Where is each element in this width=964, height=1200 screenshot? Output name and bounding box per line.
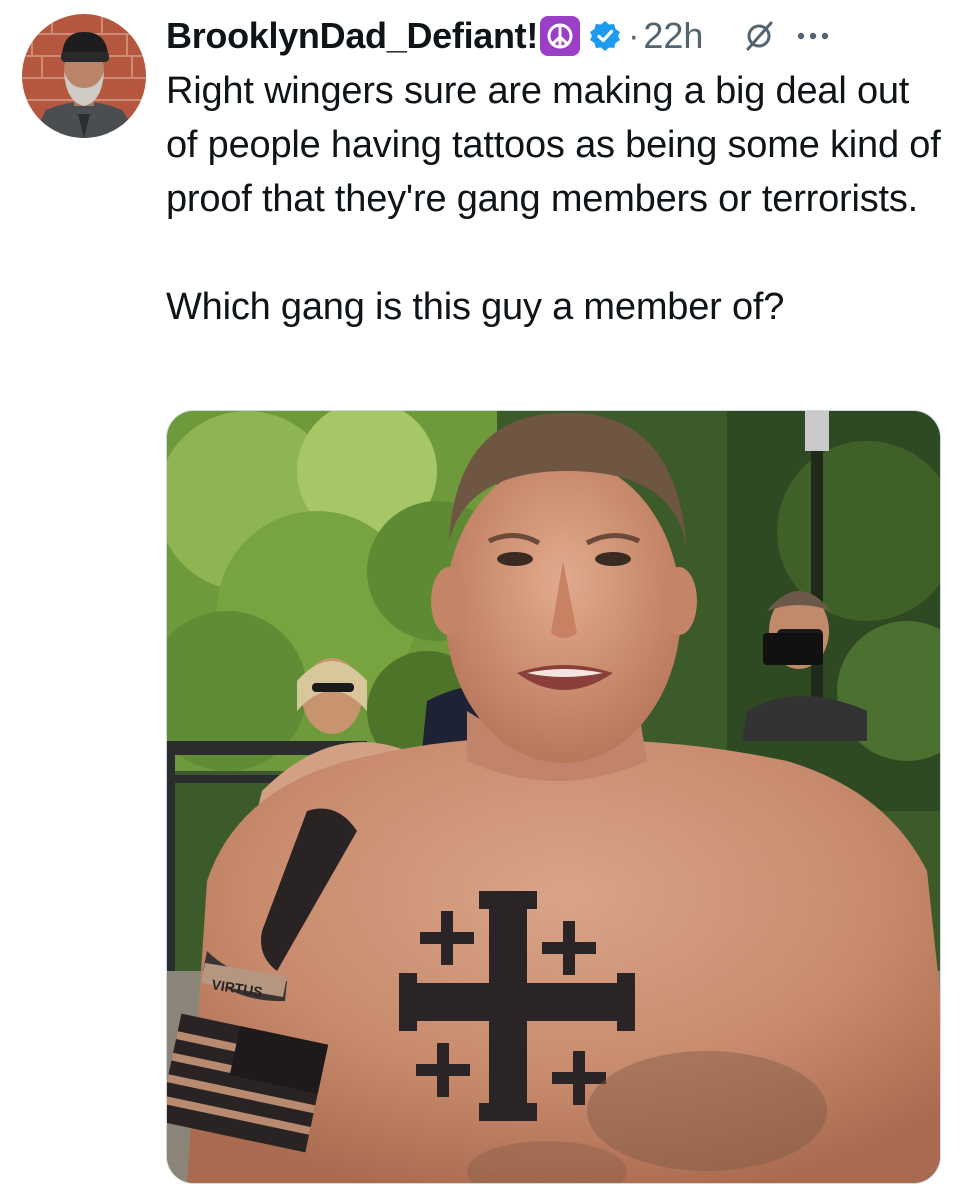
grok-icon[interactable]	[743, 20, 775, 52]
timestamp[interactable]: 22h	[643, 15, 703, 57]
photo-image: VIRTUS	[167, 411, 940, 1183]
display-name[interactable]: BrooklynDad_Defiant!	[166, 15, 538, 57]
tweet-header: BrooklynDad_Defiant! · 22h	[166, 10, 946, 62]
tweet-text: Right wingers sure are making a big deal…	[166, 64, 941, 334]
avatar-image	[22, 14, 146, 138]
peace-symbol-icon	[540, 16, 581, 56]
verified-badge-icon[interactable]	[588, 19, 622, 53]
avatar[interactable]	[22, 14, 146, 138]
tweet-media-photo[interactable]: VIRTUS	[166, 410, 941, 1184]
more-options-icon[interactable]	[793, 20, 833, 52]
separator-dot: ·	[628, 16, 640, 55]
tweet-paragraph: Which gang is this guy a member of?	[166, 286, 785, 328]
tweet-paragraph: Right wingers sure are making a big deal…	[166, 70, 941, 220]
